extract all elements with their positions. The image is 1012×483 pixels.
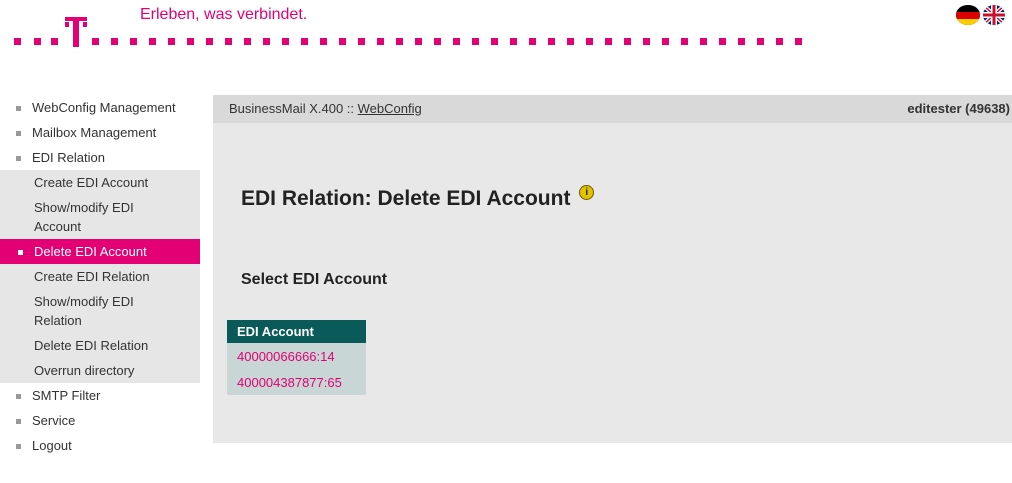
bullet-icon <box>16 156 21 161</box>
sidebar-item-webconfig-management[interactable]: WebConfig Management <box>0 95 200 120</box>
sidebar-item-label: Create EDI Account <box>34 175 149 190</box>
sidebar-item-label: Overrun directory <box>34 363 135 378</box>
sidebar-item-label: Service <box>32 413 76 428</box>
edi-account-table: EDI Account 40000066666:14 400004387877:… <box>227 320 366 395</box>
sidebar-item-label: Show/modify EDI Account <box>34 200 134 234</box>
section-title: Select EDI Account <box>241 271 388 288</box>
edi-account-link[interactable]: 400004387877:65 <box>237 375 342 390</box>
breadcrumb-prefix: BusinessMail X.400 :: <box>229 101 358 116</box>
sidebar-item-show-modify-edi-account[interactable]: Show/modify EDI Account <box>0 195 200 239</box>
sidebar-nav: WebConfig Management Mailbox Management … <box>0 95 200 458</box>
page-title: EDI Relation: Delete EDI Account <box>241 187 571 210</box>
sidebar-item-label: Show/modify EDI Relation <box>34 294 134 328</box>
table-cell: 40000066666:14 <box>227 343 366 369</box>
main-content: BusinessMail X.400 :: WebConfig editeste… <box>213 95 1012 443</box>
table-cell: 400004387877:65 <box>227 369 366 395</box>
table-row: 400004387877:65 <box>227 369 366 395</box>
bullet-icon <box>16 131 21 136</box>
page-title-block: EDI Relation: Delete EDI Account i <box>241 185 595 211</box>
sidebar-item-label: Delete EDI Account <box>34 244 147 259</box>
table-header-edi-account: EDI Account <box>227 320 366 343</box>
sidebar-item-service[interactable]: Service <box>0 408 200 433</box>
sidebar-item-label: Mailbox Management <box>32 125 157 140</box>
uk-flag-icon[interactable] <box>982 4 1006 26</box>
sidebar-item-create-edi-relation[interactable]: Create EDI Relation <box>0 264 200 289</box>
bullet-icon <box>18 250 23 255</box>
sidebar-item-label: Logout <box>32 438 72 453</box>
sidebar-item-logout[interactable]: Logout <box>0 433 200 458</box>
sidebar-item-show-modify-edi-relation[interactable]: Show/modify EDI Relation <box>0 289 200 333</box>
sidebar-item-label: EDI Relation <box>32 150 105 165</box>
telekom-logo[interactable] <box>12 14 812 48</box>
sidebar-item-label: WebConfig Management <box>32 100 176 115</box>
info-icon[interactable]: i <box>579 185 595 200</box>
sidebar-item-edi-relation[interactable]: EDI Relation <box>0 145 200 170</box>
sidebar-item-delete-edi-account[interactable]: Delete EDI Account <box>0 239 200 264</box>
sidebar-item-mailbox-management[interactable]: Mailbox Management <box>0 120 200 145</box>
breadcrumb-bar: BusinessMail X.400 :: WebConfig editeste… <box>213 95 1012 123</box>
bullet-icon <box>16 419 21 424</box>
tagline: Erleben, was verbindet. <box>140 6 308 23</box>
sidebar-item-label: SMTP Filter <box>32 388 101 403</box>
sidebar-item-label: Create EDI Relation <box>34 269 150 284</box>
sidebar-item-label: Delete EDI Relation <box>34 338 149 353</box>
page-header: Erleben, was verbindet. <box>0 0 1012 60</box>
sidebar-item-create-edi-account[interactable]: Create EDI Account <box>0 170 200 195</box>
language-selector <box>956 4 1006 26</box>
edi-account-link[interactable]: 40000066666:14 <box>237 349 335 364</box>
sidebar-item-delete-edi-relation[interactable]: Delete EDI Relation <box>0 333 200 358</box>
sidebar-item-overrun-directory[interactable]: Overrun directory <box>0 358 200 383</box>
bullet-icon <box>16 106 21 111</box>
current-user: editester (49638) <box>907 101 1010 116</box>
bullet-icon <box>16 394 21 399</box>
bullet-icon <box>16 444 21 449</box>
table-row: 40000066666:14 <box>227 343 366 369</box>
breadcrumb-link-webconfig[interactable]: WebConfig <box>358 101 422 116</box>
sidebar-item-smtp-filter[interactable]: SMTP Filter <box>0 383 200 408</box>
german-flag-icon[interactable] <box>956 4 980 26</box>
